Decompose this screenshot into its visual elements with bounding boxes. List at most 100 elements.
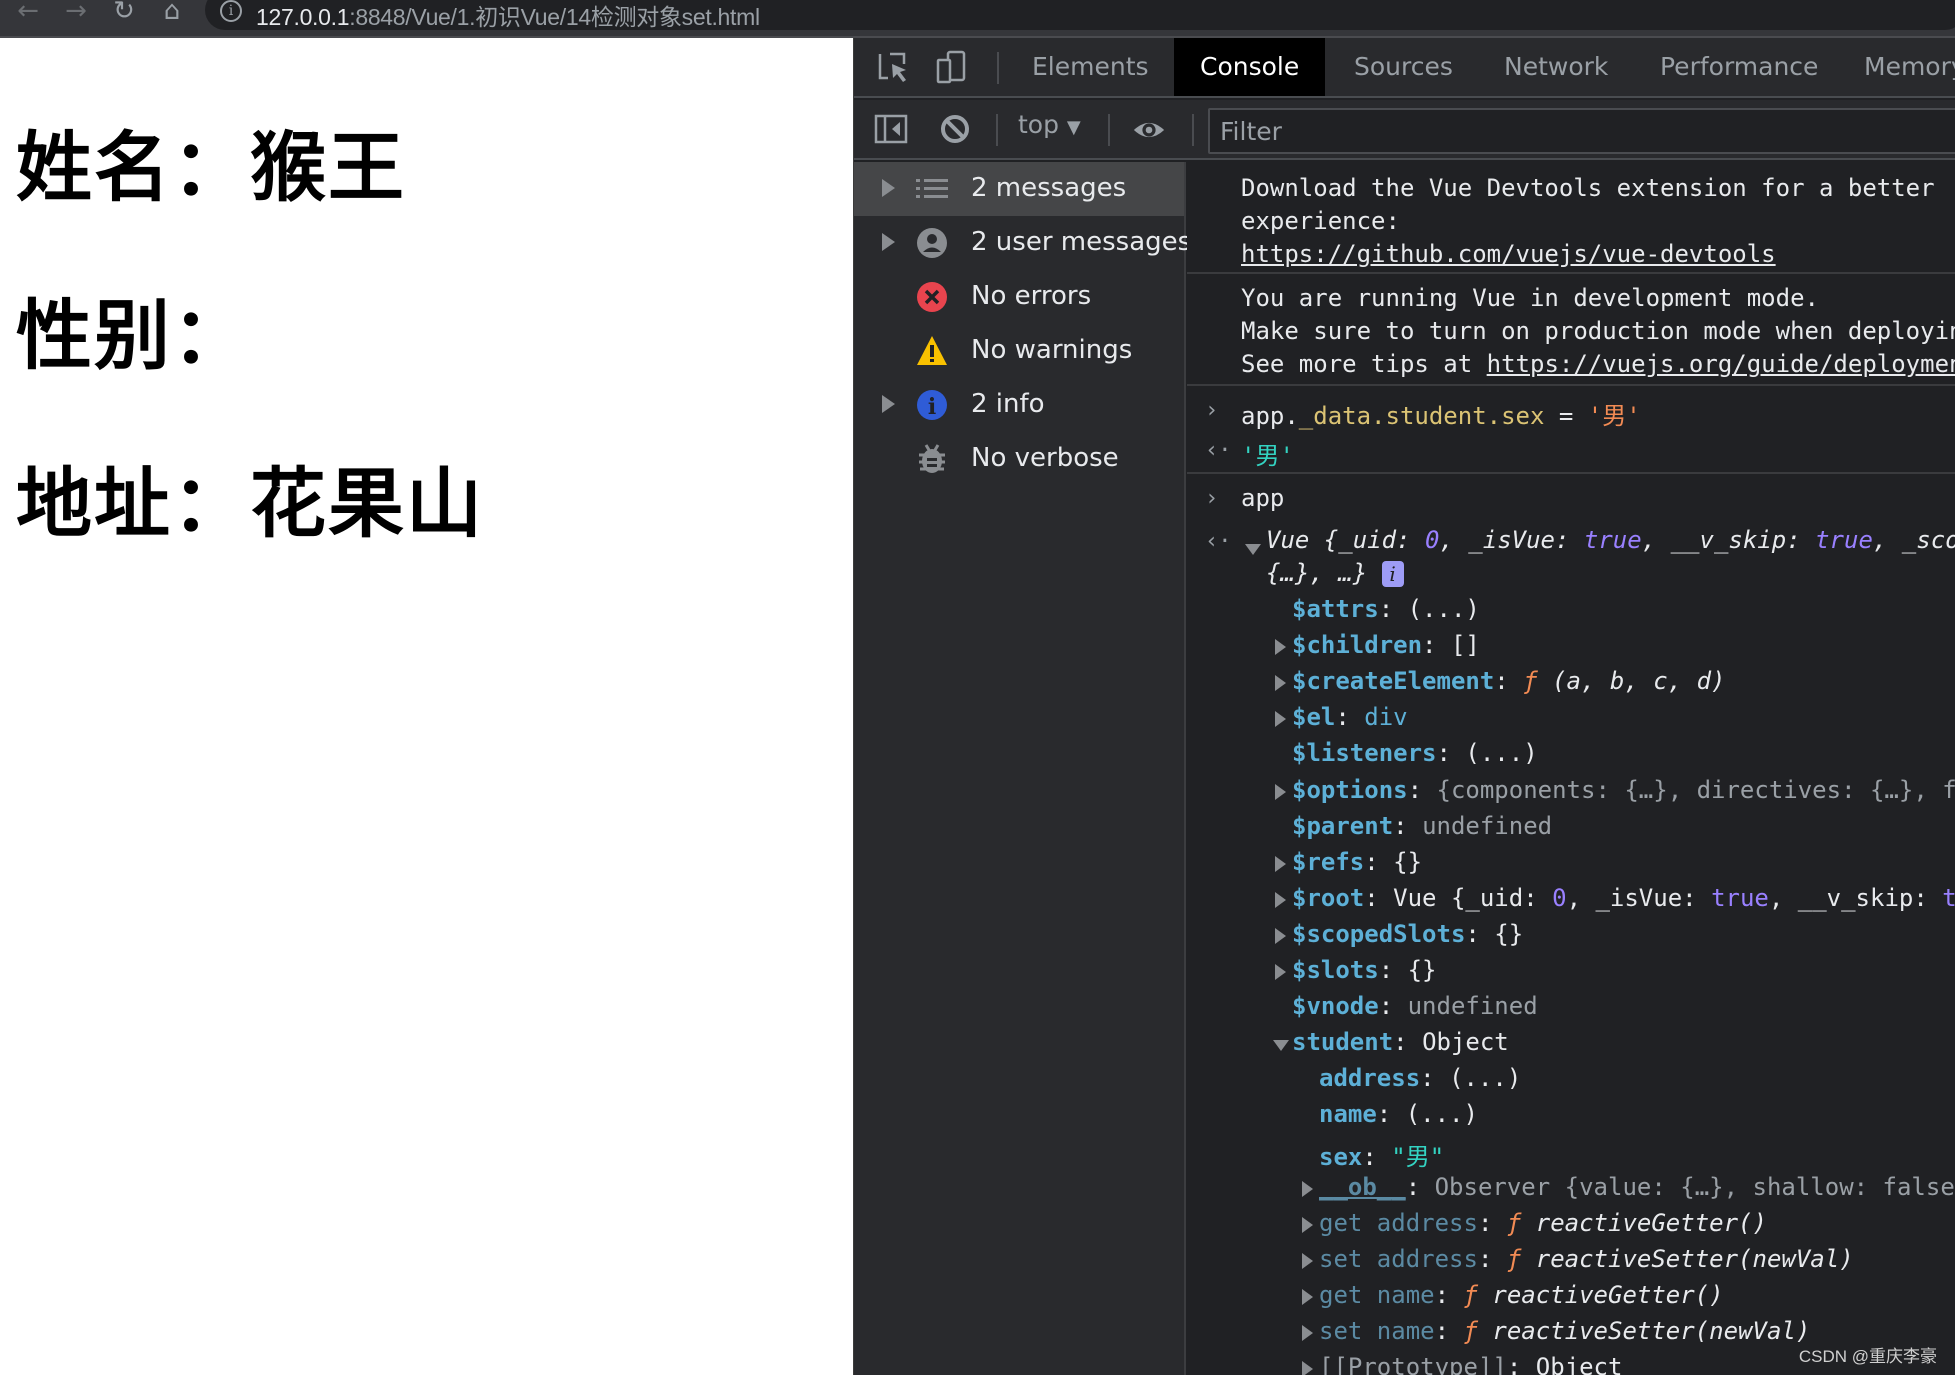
device-toolbar-icon[interactable] — [934, 50, 968, 84]
context-selector[interactable]: top ▼ — [1018, 110, 1081, 139]
property-row[interactable]: $scopedSlots: {} — [1292, 920, 1523, 948]
message-divider — [1187, 384, 1955, 386]
sidebar-item-label: No warnings — [971, 335, 1133, 365]
tab-console[interactable]: Console — [1174, 38, 1326, 96]
expand-arrow-icon[interactable] — [1275, 639, 1286, 656]
console-message-text: Download the Vue Devtools extension for … — [1241, 174, 1935, 202]
property-separator: : — [1393, 811, 1423, 840]
property-row[interactable]: $slots: {} — [1292, 956, 1437, 984]
vue-instance-summary[interactable]: Vue {_uid: 0, _isVue: true, __v_skip: tr… — [1266, 526, 1955, 554]
internal-property-row[interactable]: set name: ƒ reactiveSetter(newVal) — [1319, 1317, 1810, 1345]
expand-arrow-icon[interactable] — [1275, 927, 1286, 944]
property-row[interactable]: $root: Vue {_uid: 0, _isVue: true, __v_s… — [1292, 884, 1955, 912]
expand-arrow-icon[interactable] — [1275, 891, 1286, 908]
info-badge-icon[interactable]: i — [1381, 561, 1404, 587]
expand-arrow-icon[interactable] — [1275, 783, 1286, 800]
error-icon — [917, 282, 947, 312]
property-value: Object — [1535, 1353, 1623, 1375]
property-value: {} — [1494, 919, 1524, 948]
property-key: $options — [1292, 775, 1408, 804]
property-separator: : — [1434, 1280, 1464, 1309]
separator — [996, 114, 998, 146]
tab-performance[interactable]: Performance — [1634, 38, 1844, 96]
tab-memory[interactable]: Memory — [1838, 38, 1955, 96]
expand-arrow-icon[interactable] — [1302, 1216, 1313, 1233]
collapse-arrow-icon[interactable] — [1245, 544, 1261, 555]
collapse-arrow-icon[interactable] — [1273, 1040, 1289, 1052]
expand-arrow-icon[interactable] — [1302, 1288, 1313, 1305]
property-row: $vnode: undefined — [1292, 992, 1538, 1020]
property-separator: : — [1362, 1142, 1392, 1171]
internal-property-row[interactable]: get address: ƒ reactiveGetter() — [1319, 1209, 1767, 1237]
expand-arrow-icon[interactable] — [1302, 1252, 1313, 1269]
vue-devtools-link[interactable]: https://github.com/vuejs/vue-devtools — [1241, 240, 1776, 268]
sidebar-item-messages[interactable]: 2 messages — [854, 162, 1184, 216]
expand-arrow-icon[interactable] — [882, 233, 895, 251]
property-key: $createElement — [1292, 667, 1495, 696]
sidebar-item-info[interactable]: i 2 info — [854, 378, 1184, 432]
sidebar-item-label: 2 messages — [971, 173, 1127, 203]
sidebar-item-errors[interactable]: No errors — [854, 270, 1184, 324]
message-divider — [1187, 272, 1955, 274]
filter-input[interactable]: Filter — [1208, 108, 1955, 154]
property-separator: : — [1364, 847, 1394, 876]
expand-arrow-icon[interactable] — [1275, 855, 1286, 872]
inspect-element-icon[interactable] — [876, 50, 910, 84]
console-command[interactable]: app — [1241, 484, 1284, 512]
expand-arrow-icon[interactable] — [882, 395, 895, 413]
live-expression-eye-icon[interactable] — [1132, 113, 1166, 147]
show-sidebar-icon[interactable] — [874, 112, 908, 146]
url-path: :8848/Vue/1.初识Vue/14检测对象set.html — [349, 4, 760, 30]
filter-placeholder: Filter — [1220, 117, 1282, 146]
sidebar-item-verbose[interactable]: No verbose — [854, 432, 1184, 486]
expand-arrow-icon[interactable] — [882, 179, 895, 197]
internal-property-row[interactable]: [[Prototype]]: Object — [1319, 1353, 1622, 1375]
tab-network[interactable]: Network — [1478, 38, 1634, 96]
property-separator: : — [1378, 595, 1408, 623]
uid-value: 0 — [1424, 526, 1440, 554]
address-heading: 地址：花果山 — [16, 459, 484, 548]
accessor-prefix: set — [1319, 1317, 1377, 1345]
expand-arrow-icon[interactable] — [1302, 1361, 1313, 1375]
expand-arrow-icon[interactable] — [1275, 711, 1286, 728]
property-row[interactable]: student: Object — [1292, 1028, 1509, 1056]
property-separator: : — [1405, 1172, 1435, 1201]
property-key: name — [1376, 1317, 1435, 1345]
forward-icon[interactable]: → — [60, 0, 92, 26]
expand-arrow-icon[interactable] — [1275, 964, 1286, 980]
expand-arrow-icon[interactable] — [1302, 1325, 1313, 1341]
property-row[interactable]: $createElement: ƒ (a, b, c, d) — [1292, 667, 1726, 695]
console-command[interactable]: app._data.student.sex = '男' — [1241, 396, 1641, 431]
separator — [1108, 114, 1110, 146]
back-icon[interactable]: ← — [12, 0, 44, 26]
property-value: true — [1711, 883, 1769, 912]
internal-property-row[interactable]: set address: ƒ reactiveSetter(newVal) — [1319, 1245, 1854, 1273]
property-value: , _isVue: — [1566, 883, 1712, 912]
property-row[interactable]: $options: {components: {…}, directives: … — [1292, 776, 1955, 804]
vskip-value: true — [1815, 526, 1873, 554]
property-row[interactable]: $refs: {} — [1292, 848, 1422, 876]
property-key: $scopedSlots — [1292, 919, 1466, 948]
property-row[interactable]: $el: div — [1292, 703, 1408, 731]
expand-arrow-icon[interactable] — [1275, 675, 1286, 692]
internal-property-row[interactable]: get name: ƒ reactiveGetter() — [1319, 1281, 1724, 1309]
url-text[interactable]: 127.0.0.1:8848/Vue/1.初识Vue/14检测对象set.htm… — [256, 0, 760, 32]
internal-property-row[interactable]: __ob__: Observer {value: {…}, shallow: f… — [1319, 1173, 1955, 1201]
home-icon[interactable]: ⌂ — [156, 0, 188, 26]
sidebar-item-label: No verbose — [971, 443, 1119, 473]
sex-heading: 性别： — [16, 291, 250, 380]
property-key: address — [1376, 1244, 1478, 1273]
reload-icon[interactable]: ↻ — [108, 0, 140, 26]
tab-sources[interactable]: Sources — [1328, 38, 1479, 96]
vue-deployment-link[interactable]: https://vuejs.org/guide/deployment.html — [1487, 350, 1955, 378]
sidebar-item-user-messages[interactable]: 2 user messages — [854, 216, 1191, 270]
clear-console-icon[interactable] — [938, 112, 972, 146]
property-separator: : — [1393, 1028, 1423, 1057]
site-info-icon[interactable]: i — [220, 0, 242, 22]
expand-arrow-icon[interactable] — [1302, 1180, 1313, 1197]
tab-elements[interactable]: Elements — [1006, 38, 1175, 96]
sidebar-item-warnings[interactable]: No warnings — [854, 324, 1184, 378]
property-separator: : — [1335, 703, 1365, 732]
property-row[interactable]: $children: [] — [1292, 631, 1480, 659]
cmd-value: '男' — [1587, 402, 1641, 430]
